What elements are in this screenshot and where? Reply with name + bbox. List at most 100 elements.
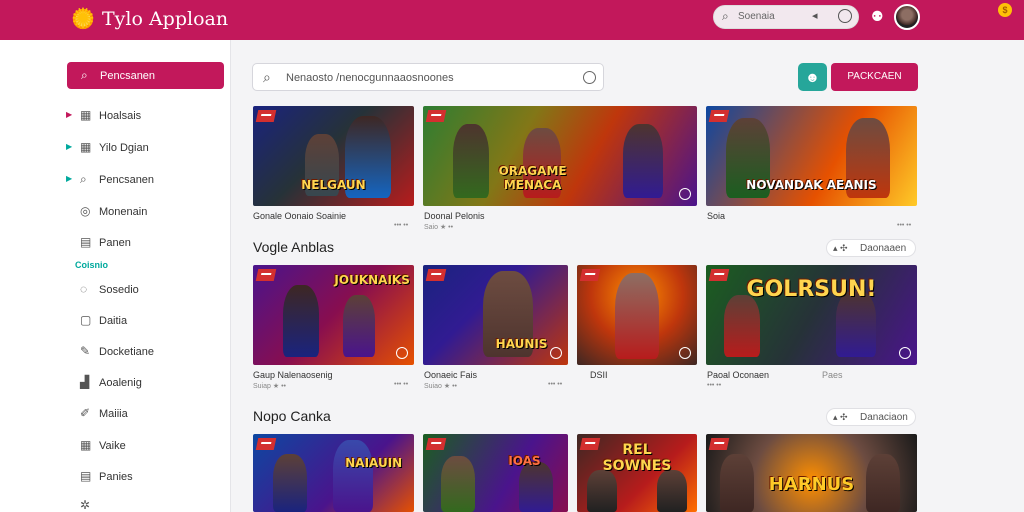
hot-badge [579,269,601,281]
card-art-title: NAIAUIN [345,456,403,470]
sidebar-item-1[interactable]: ▶ ▦ Hoalsais [66,108,226,126]
search-icon: ⌕ [722,9,729,23]
sidebar-item-label: Aoalenig [99,377,142,389]
sidebar-item-12[interactable]: ▤ Panies [66,469,226,487]
sidebar-item-13[interactable]: ✲ [66,498,226,512]
hot-badge [425,110,447,122]
card-art-title: GOLRSUN! [746,277,877,302]
hot-badge [425,269,447,281]
game-card-7[interactable]: GOLRSUN! [706,265,917,365]
pencil-icon: ✎ [80,344,91,358]
coin-icon[interactable]: $ [998,3,1012,17]
sidebar-item-label: Vaike [99,440,126,452]
sidebar-item-label: Panies [99,471,133,483]
grid-icon: ▦ [80,108,92,122]
main-search-placeholder: Nenaosto /nenocgunnaaosnoones [286,72,454,84]
card-caption: Gaup Nalenaosenig Suiap ★ •• [253,370,333,390]
card-caption: Paoal Oconaen ••• •• [707,370,770,389]
hot-badge [255,269,277,281]
sidebar-item-label: Daitia [99,315,128,327]
card-caption: DSII [590,370,608,380]
sort-icon: ▴ ✣ [833,412,848,422]
clipboard-icon: ▢ [80,313,92,327]
sidebar: ⌕ Pencsanen ▶ ▦ Hoalsais ▶ ▦ Yilo Dgian … [0,40,231,512]
section-title: Vogle Anblas [253,239,334,255]
sort-icon: ▴ ✣ [833,243,848,253]
expand-arrow-icon[interactable]: ▶ [66,142,72,151]
card-art-title: NELGAUN [301,178,366,192]
top-search-input[interactable]: ⌕ Soenaia ◂ [713,5,859,29]
sidebar-item-7[interactable]: ▢ Daitia [66,313,226,331]
game-card-6[interactable] [577,265,697,365]
expand-arrow-icon[interactable]: ▶ [66,110,72,119]
app-title: Tylo Apploan [102,8,229,30]
play-icon[interactable] [679,347,691,359]
game-card-10[interactable]: REL SOWNES [577,434,697,512]
primary-action-button[interactable]: PACKCAEN [831,63,918,91]
circle-icon: ◎ [80,204,91,218]
expand-arrow-icon[interactable]: ▶ [66,174,72,183]
sidebar-item-label: Panen [99,237,131,249]
top-bar: Tylo Apploan ⌕ Soenaia ◂ ⚉ $ [0,0,1024,40]
user-button[interactable]: ☻ [798,63,827,91]
play-icon[interactable] [899,347,911,359]
card-meta: ••• •• [548,381,563,388]
card-caption: Doonal Pelonis Saio ★ •• [424,211,485,231]
card-art-title: NOVANDAK AEANIS [746,178,877,192]
clock-icon[interactable] [583,71,596,84]
play-icon[interactable] [679,188,691,200]
main-search-input[interactable]: ⌕ Nenaosto /nenocgunnaaosnoones [252,63,604,91]
search-icon: ⌕ [80,172,87,186]
sidebar-primary-button[interactable]: ⌕ Pencsanen [67,62,224,89]
settings-icon: ✲ [80,498,91,512]
sun-logo-icon[interactable] [70,2,96,36]
grid-icon: ▦ [80,438,92,452]
sidebar-item-2[interactable]: ▶ ▦ Yilo Dgian [66,140,226,158]
sidebar-item-4[interactable]: ◎ Monenain [66,204,226,222]
sidebar-item-11[interactable]: ▦ Vaike [66,438,226,456]
game-card-4[interactable]: JOUKNAIKS [253,265,414,365]
card-art-title: HARNUS [768,474,855,495]
section-filter-button[interactable]: ▴ ✣ Danaciaon [826,408,916,426]
card-art-title: REL SOWNES [602,442,672,474]
user-icon: ☻ [805,69,820,85]
game-card-3[interactable]: NOVANDAK AEANIS [706,106,917,206]
card-art-title: IOAS [508,454,541,468]
game-card-9[interactable]: IOAS [423,434,568,512]
game-card-2[interactable]: ORAGAME MENACA [423,106,697,206]
sidebar-item-10[interactable]: ✐ Maiiia [66,406,226,424]
document-icon: ▤ [80,469,92,483]
sidebar-item-label: Monenain [99,206,148,218]
card-caption: Soia [707,211,726,221]
hot-badge [425,438,447,450]
sidebar-item-6[interactable]: ◌ Sosedio [66,282,226,300]
game-card-11[interactable]: HARNUS [706,434,917,512]
sidebar-item-label: Yilo Dgian [99,142,149,154]
sidebar-item-8[interactable]: ✎ Docketiane [66,344,226,362]
sidebar-item-9[interactable]: ▟ Aoalenig [66,375,226,393]
sidebar-item-label: Docketiane [99,346,155,358]
game-card-5[interactable]: HAUNIS [423,265,568,365]
hot-badge [708,438,730,450]
chart-icon: ▟ [80,375,90,389]
sidebar-item-5[interactable]: ▤ Panen [66,235,226,253]
play-icon[interactable] [396,347,408,359]
card-meta: ••• •• [394,381,409,388]
game-card-1[interactable]: NELGAUN [253,106,414,206]
sidebar-section-label: Coisnio [75,260,108,270]
clock-icon[interactable] [838,9,852,23]
search-icon: ⌕ [81,68,88,82]
arrow-icon[interactable]: ◂ [812,9,818,22]
grid-icon: ▦ [80,140,92,154]
avatar[interactable] [894,4,920,30]
card-meta: Paes [822,370,843,380]
people-icon[interactable]: ⚉ [871,8,884,25]
card-art-title: JOUKNAIKS [334,273,410,287]
sidebar-item-label: Sosedio [99,284,139,296]
sidebar-item-3[interactable]: ▶ ⌕ Pencsanen [66,172,226,190]
card-meta: ••• •• [897,222,912,229]
play-icon[interactable] [550,347,562,359]
section-filter-button[interactable]: ▴ ✣ Daonaaen [826,239,916,257]
sidebar-item-label: Pencsanen [99,174,155,186]
game-card-8[interactable]: NAIAUIN [253,434,414,512]
